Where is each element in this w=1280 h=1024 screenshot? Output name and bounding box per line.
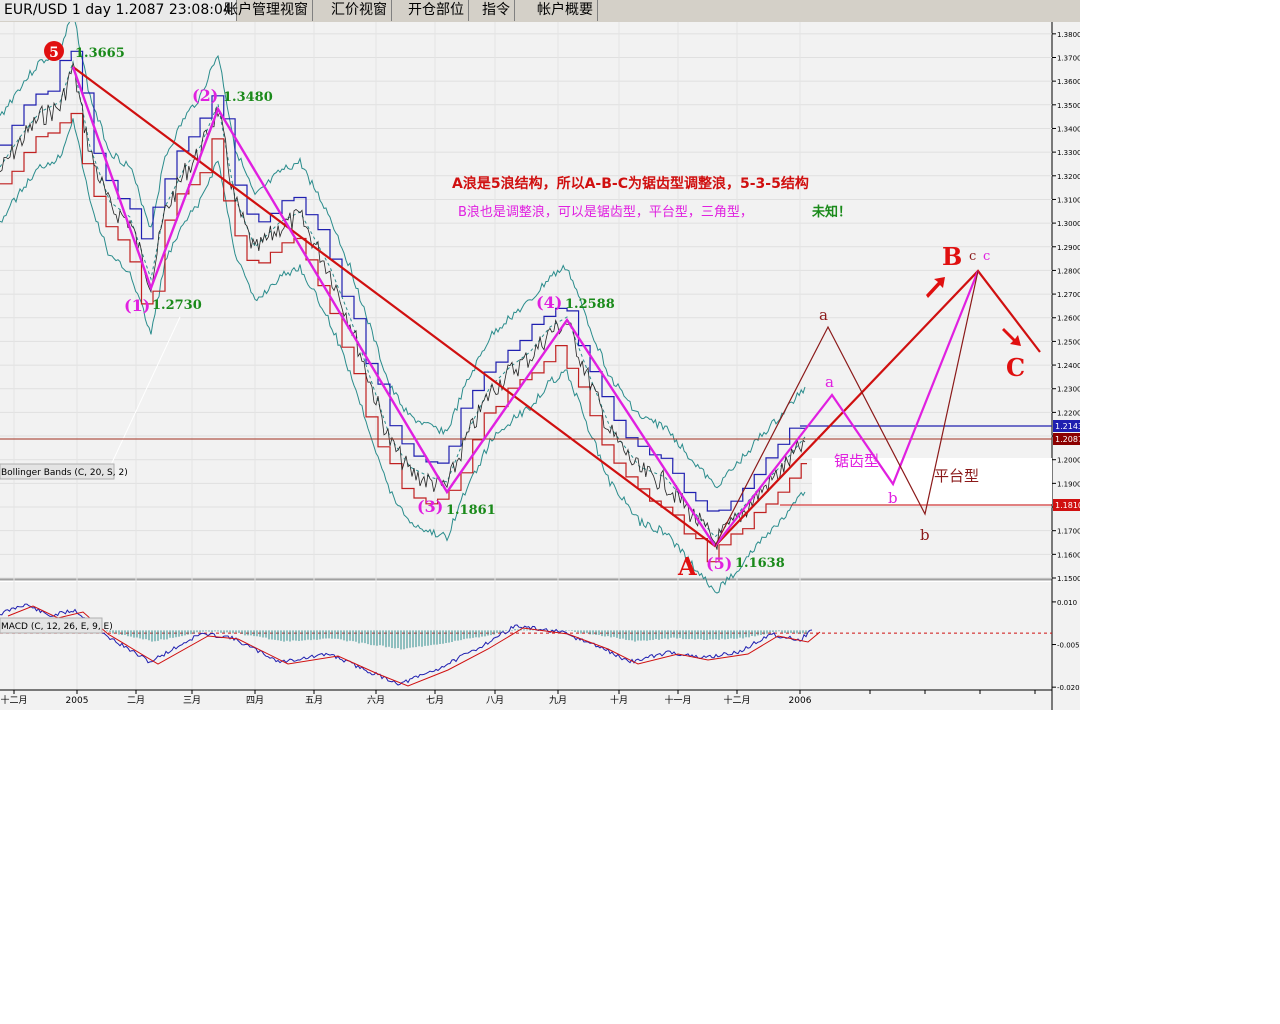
wave2-price: 1.3480 — [223, 90, 273, 105]
x-tick-label: 十月 — [610, 694, 628, 706]
y-tick-label: 1.3200 — [1057, 173, 1080, 181]
wave1-price: 1.2730 — [152, 298, 202, 313]
y-tick-label: 1.2600 — [1057, 315, 1080, 323]
time-axis-bg — [0, 690, 1052, 710]
macd-y-tick-label: -0.005 — [1057, 642, 1080, 650]
y-tick-label: 1.3000 — [1057, 220, 1080, 228]
y-tick-label: 1.3100 — [1057, 196, 1080, 204]
tab-4[interactable]: 指令 — [478, 0, 515, 21]
tab-bar: EUR/USD 1 day 1.2087 23:08:04 账户管理视窗 汇价视窗开… — [0, 0, 1080, 23]
sub-c-flat: c — [969, 249, 976, 264]
tab-1[interactable]: 账户管理视窗 — [220, 0, 313, 21]
x-tick-label: 三月 — [183, 695, 201, 706]
sub-b-zigzag: b — [888, 489, 898, 507]
chart-area: 1.3800 1.3700 1.3600 1.3500 1.3400 1.3300 1.32… — [0, 8, 1083, 710]
y-tick-label: 1.2700 — [1057, 291, 1080, 299]
macd-y-tick-label: -0.020 — [1057, 684, 1080, 692]
macd-label: MACD (C, 12, 26, E, 9, E) — [1, 622, 113, 632]
x-tick-label: 六月 — [367, 694, 385, 706]
y-tick-label: 1.2500 — [1057, 338, 1080, 346]
wave4-price: 1.2588 — [565, 297, 615, 312]
peak-price: 1.3665 — [75, 46, 125, 61]
y-tick-label: 1.2300 — [1057, 386, 1080, 394]
tab-2[interactable]: 汇价视窗 — [327, 0, 392, 21]
y-tick-label: 1.3800 — [1057, 31, 1080, 39]
bollinger-label: Bollinger Bands (C, 20, S, 2) — [1, 468, 128, 478]
tab-5[interactable]: 帐户概要 — [533, 0, 598, 21]
y-tick-label: 1.2200 — [1057, 409, 1080, 417]
y-tick-label: 1.1700 — [1057, 528, 1080, 536]
x-tick-label: 十二月 — [0, 694, 27, 706]
circle-5-label: 5 — [49, 45, 59, 61]
y-tick-label: 1.2000 — [1057, 457, 1080, 465]
macd-y-tick-label: 0.010 — [1057, 599, 1077, 607]
wave-A-label: A — [677, 552, 697, 581]
sub-a-flat: a — [819, 306, 828, 324]
x-tick-label: 八月 — [486, 695, 504, 706]
y-tick-label: 1.1500 — [1057, 575, 1080, 583]
wave-C-label: C — [1006, 353, 1025, 382]
zigzag-type-label: 锯齿型 — [834, 452, 879, 470]
x-tick-label: 2006 — [789, 696, 812, 706]
flat-type-label: 平台型 — [934, 467, 979, 485]
tab-3[interactable]: 开仓部位 — [404, 0, 469, 21]
y-tick-label: 1.2900 — [1057, 244, 1080, 252]
y-tick-label: 1.3600 — [1057, 78, 1080, 86]
x-tick-label: 十二月 — [723, 694, 750, 706]
commentary-line1: A浪是5浪结构，所以A-B-C为锯齿型调整浪，5-3-5结构 — [452, 175, 809, 192]
y-tick-label: 1.1600 — [1057, 551, 1080, 559]
x-tick-label: 二月 — [127, 695, 145, 706]
x-tick-label: 四月 — [246, 695, 264, 706]
wave2-label: (2) — [192, 86, 218, 105]
y-tick-label: 1.3400 — [1057, 125, 1080, 133]
wave5-label: (5) — [706, 554, 732, 573]
sub-b-flat: b — [920, 526, 930, 544]
x-tick-label: 五月 — [305, 695, 323, 706]
sub-c-zigzag: c — [983, 249, 990, 264]
y-tick-label: 1.2400 — [1057, 362, 1080, 370]
wave1-label: (1) — [124, 296, 150, 315]
y-tick-label: 1.3700 — [1057, 54, 1080, 62]
sub-a-zigzag: a — [825, 373, 834, 391]
tab-0[interactable]: EUR/USD 1 day 1.2087 23:08:04 — [0, 0, 237, 21]
x-tick-label: 九月 — [549, 695, 567, 706]
price-tag-1.2143: 1.2143 — [1055, 422, 1080, 431]
y-tick-label: 1.2800 — [1057, 267, 1080, 275]
y-tick-label: 1.1900 — [1057, 480, 1080, 488]
wave4-label: (4) — [536, 293, 562, 312]
price-tag-1.1810: 1.1810 — [1055, 501, 1080, 510]
wave3-label: (3) — [417, 497, 443, 516]
wave-B-label: B — [942, 242, 962, 271]
wave5-price: 1.1638 — [735, 556, 785, 571]
commentary-line2: B浪也是调整浪，可以是锯齿型，平台型，三角型， — [458, 205, 753, 220]
x-tick-label: 十一月 — [664, 694, 691, 706]
x-tick-label: 七月 — [426, 695, 444, 706]
y-tick-label: 1.3300 — [1057, 149, 1080, 157]
x-tick-label: 2005 — [66, 696, 89, 706]
wave3-price: 1.1861 — [446, 503, 496, 518]
y-tick-label: 1.3500 — [1057, 102, 1080, 110]
commentary-line2-tail: 未知！ — [811, 204, 851, 220]
price-tag-1.2087: 1.2087 — [1055, 435, 1080, 444]
